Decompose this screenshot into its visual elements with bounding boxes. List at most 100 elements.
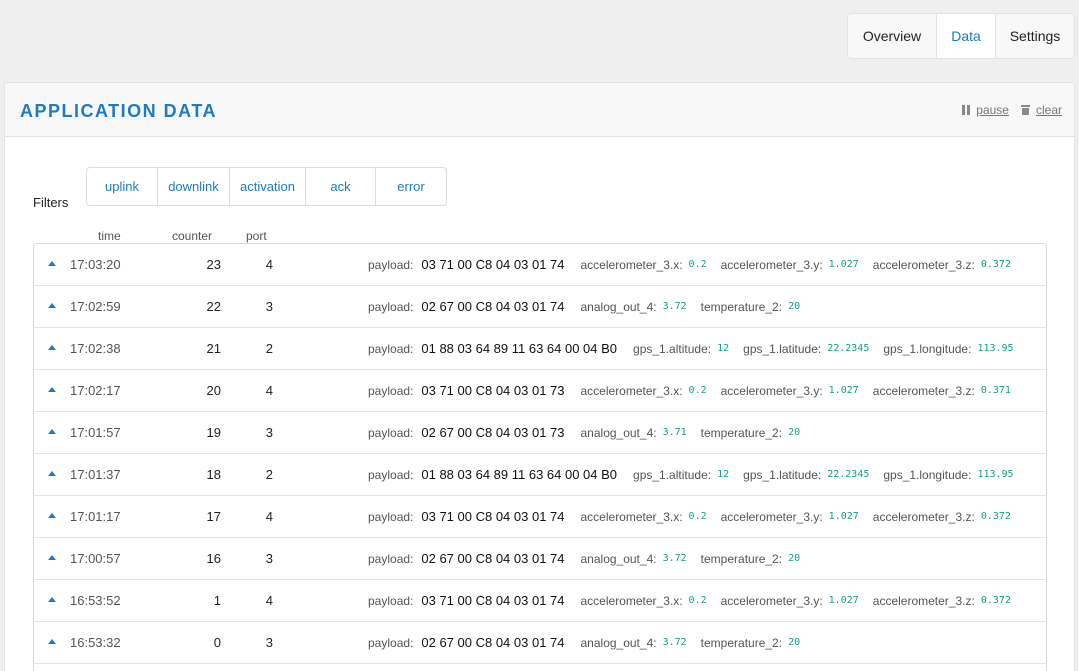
panel-header: APPLICATION DATA pause clear bbox=[5, 83, 1074, 137]
field-name: analog_out_4: bbox=[580, 300, 657, 314]
table-row[interactable]: 17:02:59 22 3 payload: 02 67 00 C8 04 03 01 … bbox=[34, 286, 1046, 328]
table-row[interactable]: 17:02:38 21 2 payload: 01 88 03 64 89 11 63 … bbox=[34, 328, 1046, 370]
filter-error[interactable]: error bbox=[376, 168, 446, 205]
payload-label: payload: bbox=[368, 300, 414, 314]
field-name: gps_1.altitude: bbox=[633, 468, 712, 482]
row-payload: payload: 01 88 03 64 89 11 63 64 00 04 B0… bbox=[368, 328, 1028, 370]
row-time: 16:53:32 bbox=[70, 635, 121, 650]
expand-caret-icon[interactable] bbox=[48, 261, 56, 266]
table-row[interactable]: 17:01:57 19 3 payload: 02 67 00 C8 04 03 01 … bbox=[34, 412, 1046, 454]
row-payload: payload: 03 71 00 C8 04 03 01 74 accelerom… bbox=[368, 496, 1025, 538]
tab-data[interactable]: Data bbox=[937, 14, 996, 58]
table-row[interactable]: 17:03:20 23 4 payload: 03 71 00 C8 04 03 01 … bbox=[34, 244, 1046, 286]
payload-value: 01 88 03 64 89 11 63 64 00 04 B0 bbox=[421, 341, 618, 356]
expand-caret-icon[interactable] bbox=[48, 597, 56, 602]
row-time: 17:01:37 bbox=[70, 467, 121, 482]
pause-icon bbox=[962, 105, 971, 115]
field-value: 12 bbox=[717, 469, 730, 480]
table-row[interactable]: 17:01:17 17 4 payload: 03 71 00 C8 04 03 01 … bbox=[34, 496, 1046, 538]
field-name: temperature_2: bbox=[700, 636, 783, 650]
expand-caret-icon[interactable] bbox=[48, 639, 56, 644]
decoded-field: accelerometer_3.z: 0.372 bbox=[873, 496, 1011, 538]
decoded-field: accelerometer_3.y: 1.027 bbox=[721, 580, 859, 622]
field-name: accelerometer_3.x: bbox=[580, 384, 683, 398]
field-name: accelerometer_3.x: bbox=[580, 258, 683, 272]
row-payload: payload: 02 67 00 C8 04 03 01 73 analog_ou… bbox=[368, 412, 814, 454]
field-name: accelerometer_3.x: bbox=[580, 510, 683, 524]
table-row[interactable]: 16:53:32 0 3 payload: 02 67 00 C8 04 03 01 7… bbox=[34, 622, 1046, 664]
row-time: 17:00:57 bbox=[70, 551, 121, 566]
decoded-field: gps_1.longitude: 113.95 bbox=[883, 328, 1013, 370]
decoded-field: temperature_2: 20 bbox=[701, 286, 800, 328]
table-row[interactable]: 17:00:57 16 3 payload: 02 67 00 C8 04 03 01 … bbox=[34, 538, 1046, 580]
field-name: temperature_2: bbox=[700, 426, 783, 440]
expand-caret-icon[interactable] bbox=[48, 513, 56, 518]
row-port: 2 bbox=[265, 467, 273, 482]
expand-caret-icon[interactable] bbox=[48, 345, 56, 350]
row-counter: 19 bbox=[206, 425, 221, 440]
field-value: 1.027 bbox=[828, 385, 859, 396]
expand-caret-icon[interactable] bbox=[48, 387, 56, 392]
field-name: gps_1.longitude: bbox=[883, 468, 972, 482]
data-table: 17:03:20 23 4 payload: 03 71 00 C8 04 03 01 … bbox=[33, 243, 1047, 671]
field-name: analog_out_4: bbox=[580, 552, 657, 566]
tab-settings[interactable]: Settings bbox=[996, 14, 1074, 58]
row-time: 17:02:38 bbox=[70, 341, 121, 356]
row-counter: 16 bbox=[206, 551, 221, 566]
field-value: 1.027 bbox=[828, 511, 859, 522]
field-value: 20 bbox=[788, 427, 801, 438]
field-name: gps_1.latitude: bbox=[743, 468, 822, 482]
decoded-field: gps_1.altitude: 12 bbox=[633, 454, 729, 496]
field-name: accelerometer_3.y: bbox=[720, 258, 823, 272]
filters-label: Filters bbox=[33, 195, 69, 210]
row-time: 17:02:59 bbox=[70, 299, 121, 314]
row-counter: 21 bbox=[206, 341, 221, 356]
decoded-field: analog_out_4: 3.72 bbox=[581, 622, 687, 664]
expand-caret-icon[interactable] bbox=[48, 471, 56, 476]
field-name: accelerometer_3.z: bbox=[872, 258, 975, 272]
row-time: 17:03:20 bbox=[70, 257, 121, 272]
decoded-field: analog_out_4: 3.72 bbox=[581, 538, 687, 580]
payload-label: payload: bbox=[368, 342, 414, 356]
row-time: 16:53:52 bbox=[70, 593, 121, 608]
field-value: 3.72 bbox=[662, 553, 687, 564]
table-row[interactable]: 17:02:17 20 4 payload: 03 71 00 C8 04 03 01 … bbox=[34, 370, 1046, 412]
decoded-field: accelerometer_3.y: 1.027 bbox=[721, 244, 859, 286]
field-name: accelerometer_3.x: bbox=[580, 594, 683, 608]
payload-value: 02 67 00 C8 04 03 01 73 bbox=[421, 425, 565, 440]
row-counter: 20 bbox=[206, 383, 221, 398]
filter-downlink[interactable]: downlink bbox=[158, 168, 230, 205]
row-counter: 22 bbox=[206, 299, 221, 314]
application-data-panel: APPLICATION DATA pause clear Filters upl… bbox=[4, 82, 1075, 671]
clear-button[interactable]: clear bbox=[1020, 103, 1062, 117]
filter-ack[interactable]: ack bbox=[306, 168, 376, 205]
table-row[interactable]: 17:01:37 18 2 payload: 01 88 03 64 89 11 63 … bbox=[34, 454, 1046, 496]
filter-uplink[interactable]: uplink bbox=[87, 168, 158, 205]
field-name: accelerometer_3.z: bbox=[872, 510, 975, 524]
decoded-field: gps_1.altitude: 12 bbox=[633, 328, 729, 370]
tab-overview[interactable]: Overview bbox=[848, 14, 937, 58]
field-value: 0.2 bbox=[688, 259, 707, 270]
row-port: 3 bbox=[265, 551, 273, 566]
field-value: 12 bbox=[717, 343, 730, 354]
expand-caret-icon[interactable] bbox=[48, 555, 56, 560]
row-counter: 0 bbox=[213, 635, 221, 650]
row-payload: payload: 03 71 00 C8 04 03 01 73 accelerom… bbox=[368, 370, 1025, 412]
filter-group: uplink downlink activation ack error bbox=[86, 167, 447, 206]
row-time: 17:01:57 bbox=[70, 425, 121, 440]
row-payload: payload: 03 71 00 C8 04 03 01 74 accelerom… bbox=[368, 244, 1025, 286]
payload-label: payload: bbox=[368, 510, 414, 524]
payload-value: 03 71 00 C8 04 03 01 73 bbox=[421, 383, 565, 398]
expand-caret-icon[interactable] bbox=[48, 303, 56, 308]
table-row[interactable]: 16:53:52 1 4 payload: 03 71 00 C8 04 03 01 7… bbox=[34, 580, 1046, 622]
expand-caret-icon[interactable] bbox=[48, 429, 56, 434]
decoded-field: accelerometer_3.y: 1.027 bbox=[721, 496, 859, 538]
payload-value: 03 71 00 C8 04 03 01 74 bbox=[421, 257, 565, 272]
field-value: 20 bbox=[788, 553, 801, 564]
field-value: 1.027 bbox=[828, 259, 859, 270]
row-port: 4 bbox=[265, 383, 273, 398]
pause-button[interactable]: pause bbox=[962, 103, 1009, 117]
payload-label: payload: bbox=[368, 258, 414, 272]
filter-activation[interactable]: activation bbox=[230, 168, 306, 205]
row-time: 17:01:17 bbox=[70, 509, 121, 524]
